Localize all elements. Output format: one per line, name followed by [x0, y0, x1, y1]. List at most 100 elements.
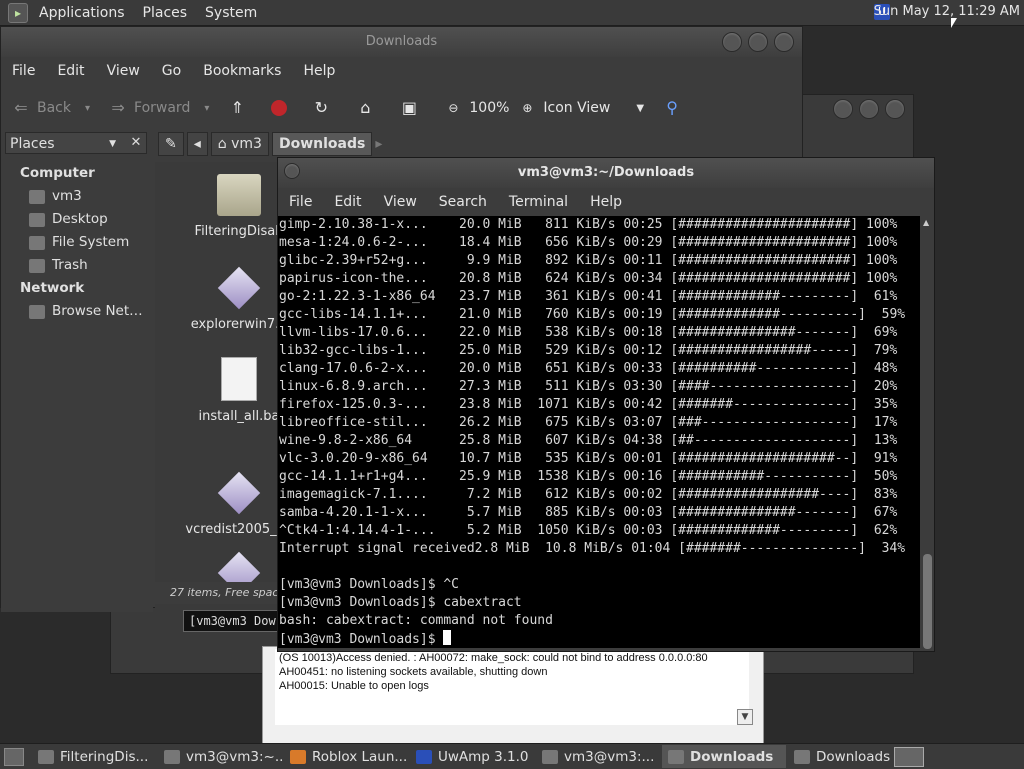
executable-icon	[217, 266, 261, 310]
fm-menu-edit[interactable]: Edit	[46, 63, 95, 79]
zoom-out-icon: ⊖	[448, 101, 459, 115]
menu-applications[interactable]: Applications	[30, 5, 134, 21]
terminal-output[interactable]: gimp-2.10.38-1-x... 20.0 MiB 811 KiB/s 0…	[278, 216, 920, 648]
sidebar-item-trash[interactable]: Trash	[1, 254, 153, 277]
fm-maximize-button[interactable]	[748, 32, 768, 52]
show-desktop-icon[interactable]	[4, 747, 24, 766]
zoom-level: 100%	[469, 100, 510, 116]
sidebar-item-file-system[interactable]: File System	[1, 231, 153, 254]
terminal-prompt: [vm3@vm3 Downloads]$	[279, 632, 444, 647]
computer-button[interactable]: ▣	[399, 98, 425, 118]
search-button[interactable]: ⚲	[662, 98, 688, 118]
fm-title: Downloads	[365, 34, 438, 49]
terminal-window-menu-button[interactable]	[284, 163, 300, 179]
drive-icon	[29, 235, 45, 250]
term-menu-help[interactable]: Help	[579, 194, 633, 210]
terminal-line: go-2:1.22.3-1-x86_64 23.7 MiB 361 KiB/s …	[279, 289, 898, 304]
back-button[interactable]: ⇐ Back ▾	[11, 98, 90, 118]
menu-system[interactable]: System	[196, 5, 266, 21]
view-mode-select[interactable]: ⊕ Icon View ▼	[517, 98, 644, 118]
terminal-titlebar[interactable]: vm3@vm3:~/Downloads	[278, 158, 934, 188]
term-menu-file[interactable]: File	[278, 194, 323, 210]
terminal-line: libreoffice-stil... 26.2 MiB 675 KiB/s 0…	[279, 415, 898, 430]
terminal-scroll-thumb[interactable]	[923, 554, 932, 649]
path-bar: ✎ ◂ ⌂ vm3 Downloads ▸	[158, 132, 798, 156]
terminal-cursor	[443, 630, 452, 645]
path-left-arrow-icon[interactable]: ◂	[186, 132, 208, 156]
terminal-line: [vm3@vm3 Downloads]$ ^C	[279, 577, 460, 592]
sidebar-item-browse-network[interactable]: Browse Net…	[1, 300, 153, 323]
fm-menu-view[interactable]: View	[96, 63, 151, 79]
terminal-line: bash: cabextract: command not found	[279, 613, 553, 628]
menu-places[interactable]: Places	[134, 5, 197, 21]
terminal-line: linux-6.8.9.arch... 27.3 MiB 511 KiB/s 0…	[279, 379, 898, 394]
forward-arrow-icon: ⇒	[111, 98, 125, 117]
log-line: (OS 10013)Access denied. : AH00072: make…	[279, 652, 708, 664]
trash-icon	[29, 258, 45, 273]
home-button[interactable]: ⌂	[355, 98, 381, 118]
sidebar-item-vm3[interactable]: vm3	[1, 185, 153, 208]
terminal-scrollbar[interactable]: ▲	[920, 216, 934, 649]
fm-minimize-button[interactable]	[722, 32, 742, 52]
terminal-title: vm3@vm3:~/Downloads	[517, 165, 695, 180]
workspace-switcher[interactable]	[894, 747, 924, 767]
task-downloads-active[interactable]: Downloads	[662, 745, 786, 768]
minimize-button[interactable]	[833, 99, 853, 119]
maximize-button[interactable]	[859, 99, 879, 119]
stop-icon	[271, 100, 288, 116]
forward-button[interactable]: ⇒ Forward ▾	[108, 98, 209, 118]
fm-menu-file[interactable]: File	[1, 63, 46, 79]
scroll-down-icon[interactable]: ▼	[737, 709, 753, 725]
term-menu-view[interactable]: View	[373, 194, 428, 210]
executable-icon	[217, 471, 261, 515]
sidebar-item-desktop[interactable]: Desktop	[1, 208, 153, 231]
terminal-line: wine-9.8-2-x86_64 25.8 MiB 607 KiB/s 04:…	[279, 433, 898, 448]
uwamp-icon	[416, 749, 432, 764]
terminal-line: gcc-libs-14.1.1+... 21.0 MiB 760 KiB/s 0…	[279, 307, 906, 322]
fm-menu-go[interactable]: Go	[151, 63, 192, 79]
fm-menu-bookmarks[interactable]: Bookmarks	[192, 63, 292, 79]
uwamp-log[interactable]: (OS 10013)Access denied. : AH00072: make…	[275, 649, 749, 725]
term-menu-edit[interactable]: Edit	[323, 194, 372, 210]
computer-icon: ▣	[401, 98, 417, 117]
fm-toolbar: ⇐ Back ▾ ⇒ Forward ▾ ⇑ ↻ ⌂ ▣ ⊖ 100% ⊕ Icon Vie…	[1, 91, 802, 125]
terminal-menubar: File Edit View Search Terminal Help	[278, 188, 934, 216]
task-terminal-2[interactable]: vm3@vm3:...	[536, 745, 660, 768]
distro-logo-icon[interactable]: ▸	[8, 2, 28, 23]
path-right-arrow-icon[interactable]: ▸	[375, 136, 382, 152]
reload-button[interactable]: ↻	[311, 98, 337, 118]
task-terminal-1[interactable]: vm3@vm3:~...	[158, 745, 282, 768]
mouse-pointer-icon	[951, 18, 957, 28]
terminal-line: gimp-2.10.38-1-x... 20.0 MiB 811 KiB/s 0…	[279, 217, 898, 232]
path-vm3-button[interactable]: ⌂ vm3	[210, 132, 269, 156]
stop-button[interactable]	[271, 100, 293, 116]
top-panel: ▸ Applications Places System U Sun May 1…	[0, 0, 1024, 26]
log-line: AH00451: no listening sockets available,…	[279, 666, 548, 678]
term-menu-terminal[interactable]: Terminal	[498, 194, 579, 210]
task-filtering[interactable]: FilteringDis...	[32, 745, 156, 768]
close-button[interactable]	[885, 99, 905, 119]
task-roblox[interactable]: Roblox Laun...	[284, 745, 408, 768]
fm-menubar: File Edit View Go Bookmarks Help	[1, 57, 802, 85]
edit-location-icon[interactable]: ✎	[158, 132, 184, 156]
terminal-line: mesa-1:24.0.6-2-... 18.4 MiB 656 KiB/s 0…	[279, 235, 898, 250]
chevron-down-icon: ▼	[109, 139, 116, 149]
fm-titlebar[interactable]: Downloads	[1, 27, 802, 57]
network-icon	[29, 304, 45, 319]
zoom-out-button[interactable]: ⊖ 100%	[443, 98, 509, 118]
bash-tab[interactable]: [vm3@vm3 Dow	[183, 610, 283, 632]
terminal-line: [vm3@vm3 Downloads]$ cabextract	[279, 595, 522, 610]
folder-icon	[38, 749, 54, 764]
terminal-prompt-line: [vm3@vm3 Downloads]$	[279, 630, 452, 648]
up-button[interactable]: ⇑	[227, 98, 253, 118]
clock[interactable]: Sun May 12, 11:29 AM	[874, 4, 1020, 19]
fm-close-button[interactable]	[774, 32, 794, 52]
task-uwamp[interactable]: UwAmp 3.1.0	[410, 745, 534, 768]
terminal-line: firefox-125.0.3-... 23.8 MiB 1071 KiB/s …	[279, 397, 898, 412]
uwamp-log-window: (OS 10013)Access denied. : AH00072: make…	[262, 646, 764, 744]
term-menu-search[interactable]: Search	[428, 194, 498, 210]
scroll-up-icon[interactable]: ▲	[923, 218, 929, 227]
path-downloads-button[interactable]: Downloads	[271, 132, 373, 156]
fm-menu-help[interactable]: Help	[292, 63, 346, 79]
sidebar-close-icon[interactable]: ✕	[125, 132, 147, 154]
